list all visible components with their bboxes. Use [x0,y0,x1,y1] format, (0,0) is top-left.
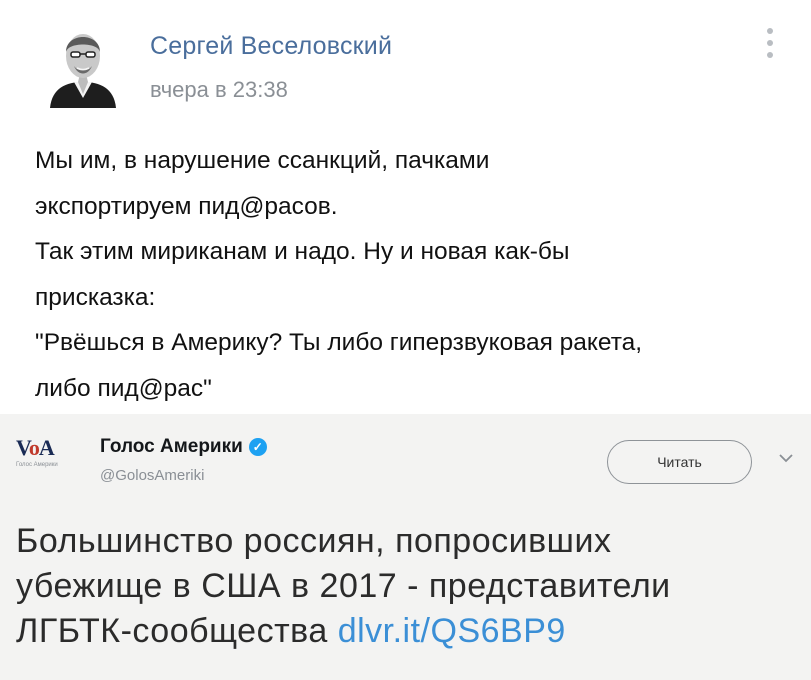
account-name[interactable]: Голос Америки ✓ [100,436,267,458]
tweet-text: Большинство россиян, попросивших убежище… [16,519,806,654]
tweet-text-line-part: ЛГБТК-сообщества [16,612,328,650]
account-handle[interactable]: @GolosAmeriki [100,467,204,484]
post-text-line: Мы им, в нарушение ссанкций, пачками [35,147,490,174]
author-name[interactable]: Сергей Веселовский [150,32,392,61]
post-text-line: Так этим мириканам и надо. Ну и новая ка… [35,238,570,265]
post-text-line: либо пид@рас" [35,374,212,402]
chevron-down-icon[interactable] [778,450,794,466]
verified-badge-icon: ✓ [248,438,267,456]
account-name-label: Голос Америки [100,436,243,457]
vk-post: Сергей Веселовский вчера в 23:38 Мы им, … [0,0,811,414]
tweet-text-line: убежище в США в 2017 - представители [16,567,671,605]
voa-logo-text: VoA [16,435,55,460]
author-avatar[interactable] [48,22,118,108]
post-text-line: присказка: [35,283,156,311]
tweet-link[interactable]: dlvr.it/QS6BP9 [338,612,566,650]
avatar-portrait-icon [48,22,118,108]
post-text-line: экспортируем пид@расов. [35,192,338,220]
more-options-icon[interactable] [765,28,775,68]
follow-button[interactable]: Читать [607,440,752,484]
voa-logo[interactable]: VoA Голос Америки [16,436,82,478]
tweet-text-line: Большинство россиян, попросивших [16,522,612,560]
embedded-tweet: VoA Голос Америки Голос Америки ✓ @Golos… [0,414,811,680]
voa-logo-caption: Голос Америки [16,462,58,468]
post-text: Мы им, в нарушение ссанкций, пачками экс… [35,138,795,411]
post-timestamp[interactable]: вчера в 23:38 [150,77,288,103]
post-text-line: "Рвёшься в Америку? Ты либо гиперзвукова… [35,329,643,356]
tweet-text-line: ЛГБТК-сообщества dlvr.it/QS6BP9 [16,609,806,654]
